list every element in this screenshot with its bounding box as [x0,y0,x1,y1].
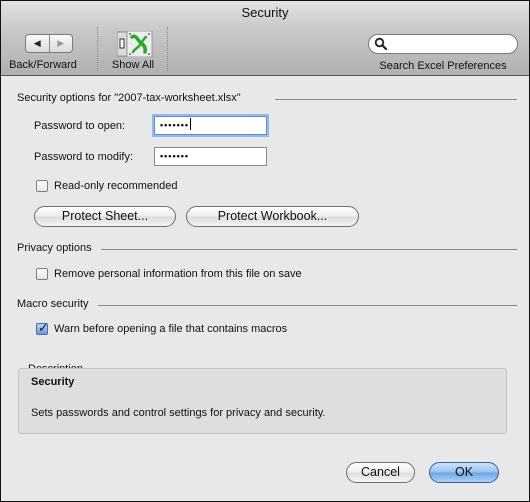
search-icon [374,37,388,51]
show-all-label: Show All [111,59,155,71]
search-label: Search Excel Preferences [379,60,507,72]
remove-personal-info-label: Remove personal information from this fi… [54,268,302,280]
description-title: Security [31,376,75,388]
description-text: Sets passwords and control settings for … [31,407,326,419]
back-forward-label: Back/Forward [9,59,77,71]
forward-button[interactable]: ▶ [50,35,73,52]
password-modify-field[interactable]: ••••••• [154,147,267,166]
password-open-value: ••••••• [160,120,190,130]
ok-button[interactable]: OK [429,462,499,483]
window-title: Security [241,5,289,20]
toolbar-separator [167,27,168,71]
section-divider [275,99,517,100]
toolbar-separator [97,27,98,71]
security-preferences-window: Security ◀ ▶ Back/Forward Show All Searc… [0,0,530,502]
password-open-label: Password to open: [34,120,126,132]
checkmark-icon: ✓ [38,320,49,335]
password-modify-value: ••••••• [160,151,190,161]
forward-arrow-icon: ▶ [57,38,65,48]
text-caret [190,118,192,130]
protect-workbook-button[interactable]: Protect Workbook... [186,206,359,227]
password-modify-label: Password to modify: [34,151,134,163]
section-divider [98,305,517,306]
cancel-button[interactable]: Cancel [346,462,415,483]
password-open-field[interactable]: ••••••• [154,116,267,135]
search-preferences-input[interactable] [368,34,518,54]
excel-preferences-icon [117,31,153,57]
back-arrow-icon: ◀ [33,38,41,48]
macro-security-heading: Macro security [17,298,89,310]
security-options-heading: Security options for "2007-tax-worksheet… [17,92,241,104]
warn-macros-label: Warn before opening a file that contains… [54,323,288,335]
read-only-checkbox[interactable] [36,180,48,192]
toolbar: Security ◀ ▶ Back/Forward Show All Searc… [1,1,529,76]
read-only-label: Read-only recommended [54,180,178,192]
back-button[interactable]: ◀ [26,35,50,52]
remove-personal-info-checkbox[interactable] [36,268,48,280]
privacy-options-heading: Privacy options [17,242,92,254]
protect-sheet-button[interactable]: Protect Sheet... [34,206,176,227]
description-panel: Security Sets passwords and control sett… [18,368,507,434]
back-forward-segmented: ◀ ▶ [25,34,73,53]
section-divider [101,249,517,250]
warn-macros-checkbox[interactable]: ✓ [36,320,49,335]
